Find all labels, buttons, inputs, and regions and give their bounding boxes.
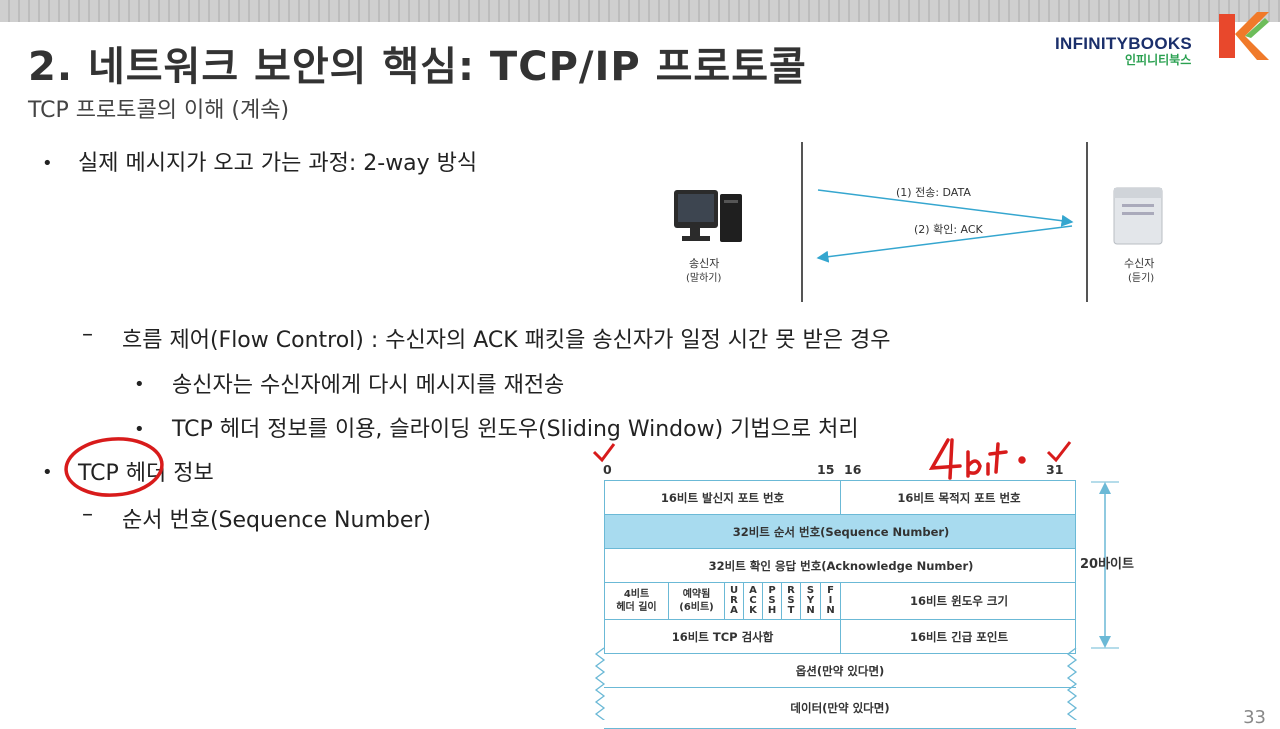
two-way-diagram: (1) 전송: DATA (2) 확인: ACK 송신자 (말하기) 수신자 (… xyxy=(660,142,1220,307)
server-icon xyxy=(1113,187,1163,245)
checkmark-icon xyxy=(1046,441,1072,463)
arrow-down-icon xyxy=(1099,636,1111,648)
dash: – xyxy=(82,322,93,347)
size-label: 20바이트 xyxy=(1080,557,1134,572)
bullet-tcp-header: TCP 헤더 정보 xyxy=(78,461,214,486)
slide-subtitle: TCP 프로토콜의 이해 (계속) xyxy=(28,98,290,123)
bullet-dot: • xyxy=(42,153,53,174)
checkmark-icon xyxy=(592,443,616,463)
left-wavy-edge xyxy=(594,647,606,720)
sender-sub-label: (말하기) xyxy=(686,273,722,284)
table-decorations xyxy=(594,481,1119,720)
page-number: 33 xyxy=(1243,707,1266,728)
bullet-dot: • xyxy=(134,374,145,395)
logo-name-ko: 인피니티북스 xyxy=(1125,53,1192,67)
slide-title: 2. 네트워크 보안의 핵심: TCP/IP 프로토콜 xyxy=(28,44,807,90)
right-wavy-edge xyxy=(1066,647,1078,720)
bullet-dot: • xyxy=(42,462,53,483)
sliding-window-line: TCP 헤더 정보를 이용, 슬라이딩 윈도우(Sliding Window) … xyxy=(172,417,859,442)
publisher-logo: INFINITYBOOKS 인피니티북스 xyxy=(1055,10,1270,67)
bullet-dot: • xyxy=(134,419,145,440)
bullet-2way-process: 실제 메시지가 오고 가는 과정: 2-way 방식 xyxy=(78,151,478,176)
logo-k-icon xyxy=(1219,12,1269,60)
receiver-sub-label: (듣기) xyxy=(1128,273,1155,284)
retransmit-line: 송신자는 수신자에게 다시 메시지를 재전송 xyxy=(172,373,565,398)
computer-icon xyxy=(674,190,742,242)
arrow-label-data: (1) 전송: DATA xyxy=(896,186,971,199)
dash: – xyxy=(82,502,93,527)
sequence-number-line: 순서 번호(Sequence Number) xyxy=(122,508,432,533)
arrow-up-icon xyxy=(1099,482,1111,494)
flow-control-line: 흐름 제어(Flow Control) : 수신자의 ACK 패킷을 송신자가 … xyxy=(122,328,891,353)
arrow-label-ack: (2) 확인: ACK xyxy=(914,223,983,236)
